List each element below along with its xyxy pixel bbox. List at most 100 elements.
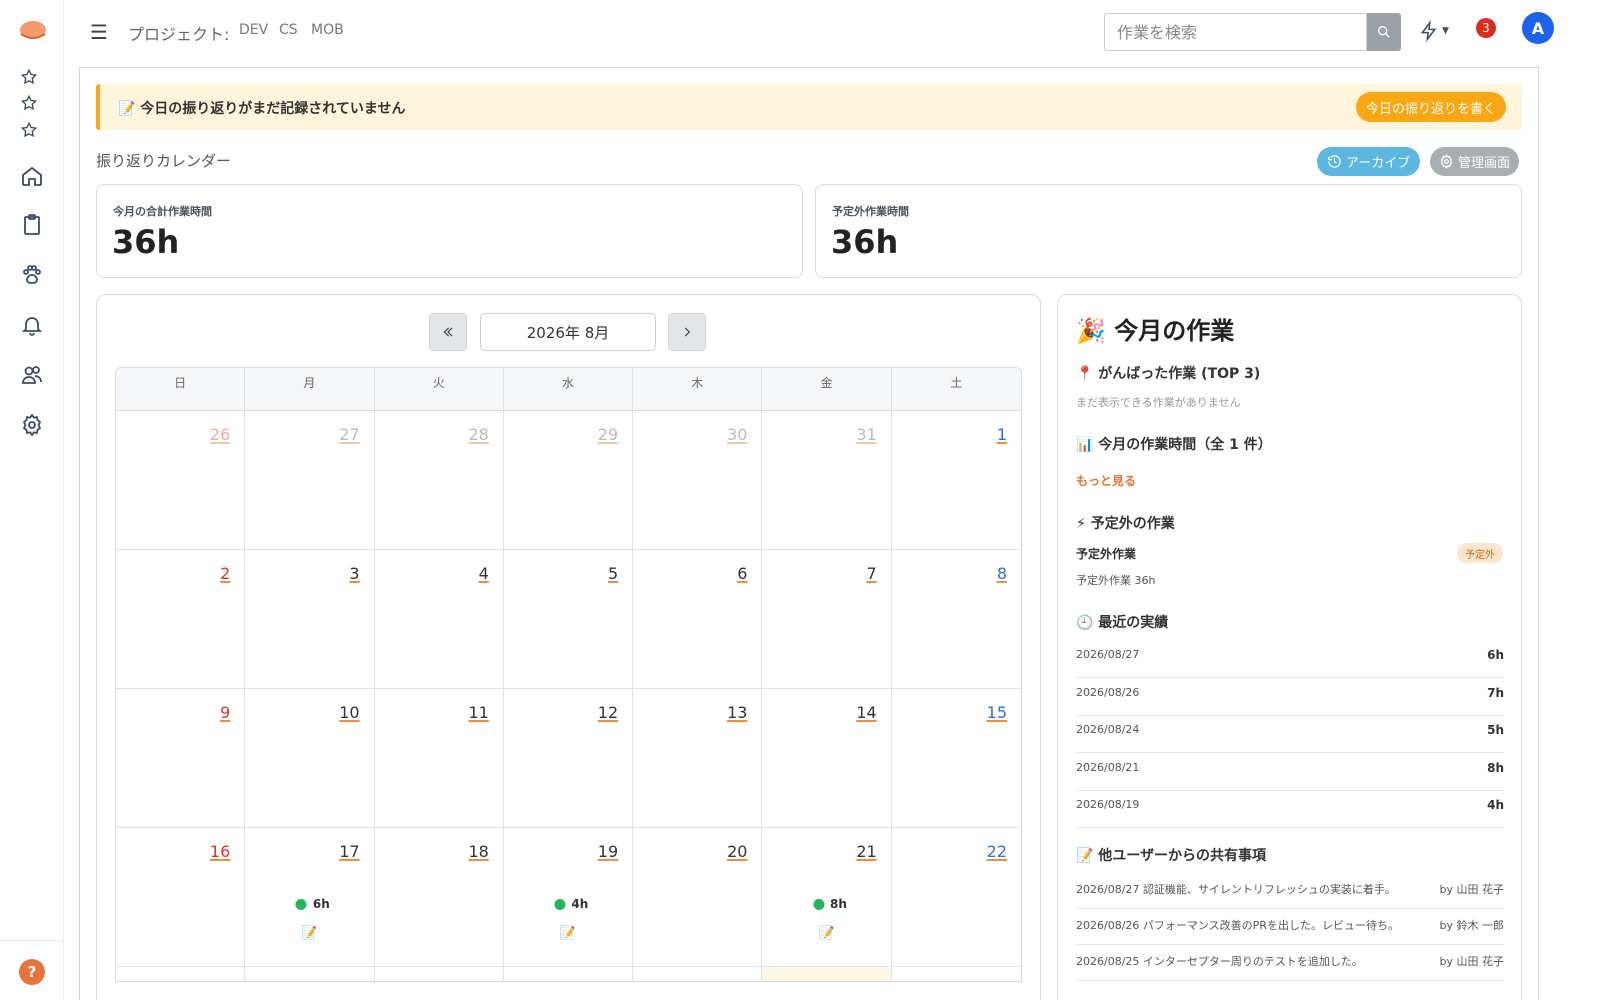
admin-button[interactable]: 管理画面 (1430, 147, 1520, 176)
weekday-label: 日 (116, 368, 246, 410)
day-number[interactable]: 27 (339, 425, 359, 444)
day-number[interactable]: 13 (727, 703, 747, 722)
day-number[interactable]: 11 (468, 703, 488, 722)
calendar-cell[interactable]: 28 (375, 411, 504, 549)
work-hours-badge[interactable]: 8h (813, 897, 847, 911)
calendar-cell[interactable]: 14 (762, 689, 892, 827)
day-number[interactable]: 29 (598, 425, 618, 444)
sidebar: ? (0, 0, 64, 1000)
more-link[interactable]: もっと見る (1076, 472, 1136, 489)
project-link-mob[interactable]: MOB (311, 22, 344, 38)
day-number[interactable]: 1 (997, 425, 1007, 444)
day-number[interactable]: 14 (856, 703, 876, 722)
day-number[interactable]: 4 (479, 564, 489, 583)
calendar-cell[interactable]: 27 (245, 411, 375, 549)
memo-icon[interactable]: 📝 (818, 926, 834, 941)
project-link-dev[interactable]: DEV (239, 22, 268, 38)
calendar-cell[interactable]: 26 (116, 411, 246, 549)
write-reflection-button[interactable]: 今日の振り返りを書く (1355, 92, 1506, 122)
day-number[interactable]: 26 (210, 425, 230, 444)
calendar-cell[interactable]: 22 (892, 828, 1021, 966)
calendar-cell[interactable]: 19 4h 📝 (504, 828, 634, 966)
calendar-cell[interactable]: 13 (633, 689, 763, 827)
calendar-cell-today[interactable] (762, 967, 892, 981)
stat-label: 今月の合計作業時間 (113, 205, 212, 218)
calendar-cell[interactable]: 9 (116, 689, 246, 827)
chevron-down-icon: ▼ (1442, 26, 1449, 36)
day-number[interactable]: 17 (339, 842, 359, 861)
avatar[interactable]: A (1522, 12, 1554, 44)
app-logo[interactable] (18, 20, 48, 42)
search-button[interactable] (1367, 13, 1401, 51)
calendar-cell[interactable]: 29 (504, 411, 634, 549)
prev-month-button[interactable] (429, 313, 467, 351)
calendar-cell[interactable]: 3 (245, 550, 375, 688)
paw-icon[interactable] (20, 263, 44, 287)
work-hours-badge[interactable]: 4h (554, 897, 588, 911)
day-number[interactable]: 6 (737, 564, 747, 583)
calendar-cell[interactable]: 15 (892, 689, 1021, 827)
unplanned-badge: 予定外 (1457, 543, 1503, 563)
calendar-cell[interactable]: 10 (245, 689, 375, 827)
calendar-cell[interactable]: 17 6h 📝 (245, 828, 375, 966)
day-number[interactable]: 3 (349, 564, 359, 583)
calendar-cell[interactable]: 1 (892, 411, 1021, 549)
unplanned-desc: 予定外作業 36h (1076, 574, 1156, 587)
calendar-cell[interactable]: 6 (633, 550, 763, 688)
calendar-cell[interactable]: 11 (375, 689, 504, 827)
clipboard-icon[interactable] (20, 213, 44, 237)
day-number[interactable]: 16 (210, 842, 230, 861)
calendar-cell[interactable]: 8 (892, 550, 1021, 688)
next-month-button[interactable] (668, 313, 706, 351)
day-number[interactable]: 15 (987, 703, 1007, 722)
calendar-cell[interactable]: 4 (375, 550, 504, 688)
day-number[interactable]: 31 (856, 425, 876, 444)
day-number[interactable]: 9 (220, 703, 230, 722)
day-number[interactable]: 30 (727, 425, 747, 444)
calendar-cell[interactable]: 21 8h 📝 (762, 828, 892, 966)
users-icon[interactable] (20, 363, 44, 387)
weekday-label: 水 (504, 368, 634, 410)
star-icon[interactable] (20, 68, 38, 86)
calendar-cell[interactable]: 31 (762, 411, 892, 549)
day-number[interactable]: 20 (727, 842, 747, 861)
stat-value: 36h (112, 223, 180, 261)
memo-icon[interactable]: 📝 (301, 926, 317, 941)
project-link-cs[interactable]: CS (279, 22, 298, 38)
work-hours-badge[interactable]: 6h (295, 897, 330, 911)
hamburger-icon[interactable]: ☰ (90, 20, 108, 44)
star-icon[interactable] (20, 94, 38, 112)
calendar-cell[interactable]: 7 (762, 550, 892, 688)
gear-icon[interactable] (20, 413, 44, 437)
day-number[interactable]: 2 (220, 564, 230, 583)
month-label[interactable]: 2026年 8月 (480, 313, 656, 351)
day-number[interactable]: 8 (997, 564, 1007, 583)
calendar-cell[interactable]: 5 (504, 550, 634, 688)
bell-icon[interactable] (20, 313, 44, 337)
calendar-cell[interactable]: 2 (116, 550, 246, 688)
day-number[interactable]: 21 (856, 842, 876, 861)
star-icon[interactable] (20, 121, 38, 139)
day-number[interactable]: 10 (339, 703, 359, 722)
calendar-cell[interactable]: 16 (116, 828, 246, 966)
top3-title: 📍 がんばった作業 (TOP 3) (1076, 366, 1261, 382)
calendar-cell[interactable]: 30 (633, 411, 763, 549)
archive-button[interactable]: アーカイブ (1317, 147, 1421, 176)
calendar-cell[interactable]: 12 (504, 689, 634, 827)
quick-action-dropdown[interactable]: ▼ (1419, 18, 1453, 44)
day-number[interactable]: 18 (468, 842, 488, 861)
day-number[interactable]: 7 (867, 564, 877, 583)
day-number[interactable]: 5 (608, 564, 618, 583)
day-number[interactable]: 28 (468, 425, 488, 444)
search-input[interactable] (1104, 13, 1367, 51)
day-number[interactable]: 12 (598, 703, 618, 722)
notification-badge[interactable]: 3 (1476, 18, 1496, 38)
calendar-cell[interactable]: 18 (375, 828, 504, 966)
home-icon[interactable] (20, 164, 44, 188)
stat-card-total: 今月の合計作業時間 36h (96, 184, 803, 278)
day-number[interactable]: 19 (598, 842, 618, 861)
calendar-cell[interactable]: 20 (633, 828, 763, 966)
day-number[interactable]: 22 (987, 842, 1007, 861)
help-button[interactable]: ? (19, 959, 45, 985)
memo-icon[interactable]: 📝 (560, 926, 576, 941)
